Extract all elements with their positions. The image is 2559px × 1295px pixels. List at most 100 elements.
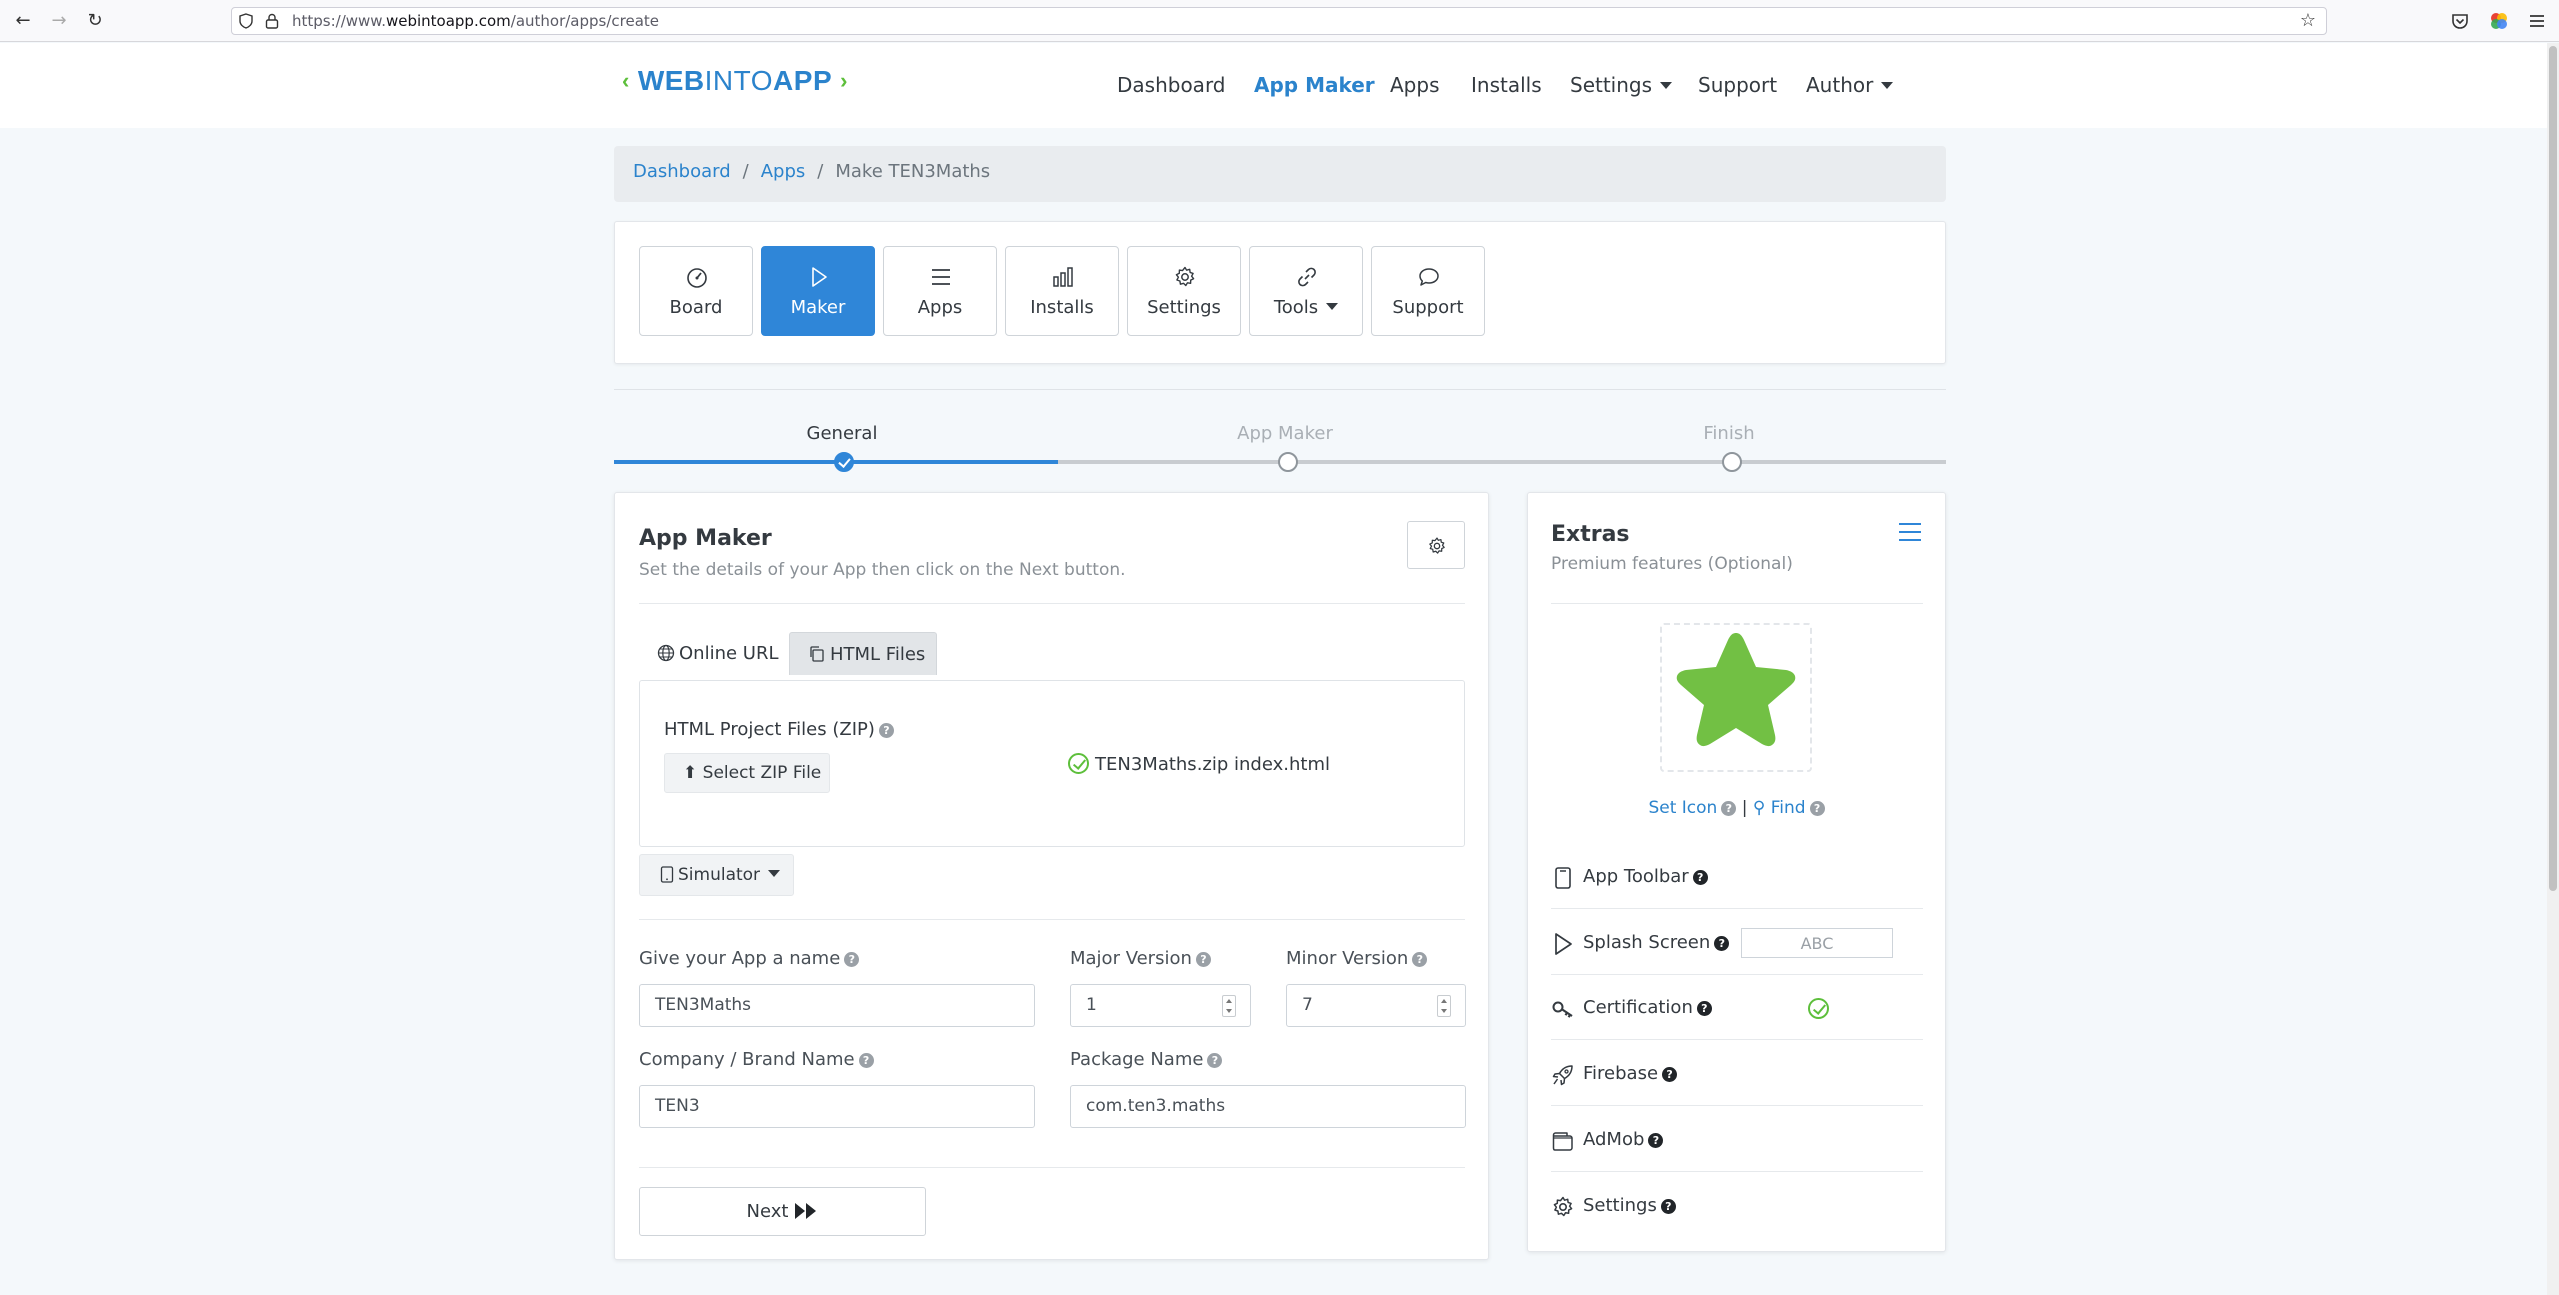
help-icon[interactable]: ? [1809,801,1825,816]
icon-links: Set Icon? | ⚲ Find? [1528,798,1945,818]
menu-icon[interactable] [2526,10,2548,32]
next-button[interactable]: Next [639,1187,926,1236]
step-app-maker-label[interactable]: App Maker [1237,423,1333,444]
simulator-dropdown[interactable]: Simulator [639,854,794,896]
package-name-input[interactable]: com.ten3.maths [1070,1085,1466,1128]
toolbar-support-button[interactable]: Support [1371,246,1485,336]
set-icon-link[interactable]: Set Icon [1648,798,1717,818]
toolbar-tools-button[interactable]: Tools [1249,246,1363,336]
extra-admob[interactable]: AdMob? [1551,1109,1923,1171]
help-icon[interactable]: ? [1721,801,1737,816]
rocket-icon [1552,1065,1573,1086]
key-icon [1552,1001,1573,1018]
html-files-panel: HTML Project Files (ZIP)? ⬆ Select ZIP F… [639,680,1465,847]
divider [1551,1171,1923,1172]
logo[interactable]: ‹ WEBINTOAPP › [614,65,856,97]
app-maker-card: App Maker Set the details of your App th… [614,492,1489,1260]
number-spinner[interactable] [1437,995,1451,1017]
card-title: App Maker [639,526,772,551]
address-bar[interactable]: https://www.webintoapp.com/author/apps/c… [231,7,2327,35]
select-zip-button[interactable]: ⬆ Select ZIP File [664,753,830,793]
back-icon[interactable]: ← [11,9,35,33]
nav-settings[interactable]: Settings [1570,73,1673,97]
company-input[interactable]: TEN3 [639,1085,1035,1128]
pocket-icon[interactable] [2449,10,2471,32]
step-finish-dot[interactable] [1722,452,1742,472]
help-icon[interactable]: ? [1696,1001,1712,1016]
tab-online-url[interactable]: Online URL [657,632,779,675]
card-settings-button[interactable] [1407,521,1465,569]
zip-label: HTML Project Files (ZIP)? [664,719,894,740]
extra-certification[interactable]: Certification? [1551,977,1923,1039]
tab-html-files[interactable]: HTML Files [789,632,937,675]
major-version-input[interactable]: 1 [1070,984,1251,1027]
scrollbar-thumb[interactable] [2549,46,2557,891]
extra-settings[interactable]: Settings? [1551,1175,1923,1237]
link-icon [1298,267,1316,287]
shield-icon[interactable] [238,13,254,29]
hamburger-menu-icon[interactable] [1898,521,1922,543]
fast-forward-icon [795,1203,817,1219]
help-icon[interactable]: ? [1207,1053,1223,1068]
help-icon[interactable]: ? [1660,1199,1676,1214]
toolbar-board-button[interactable]: Board [639,246,753,336]
help-icon[interactable]: ? [1648,1133,1664,1148]
gear-icon [1553,1196,1573,1217]
splash-text-preview[interactable]: ABC [1741,928,1893,958]
gear-icon [1175,266,1195,287]
bookmark-star-icon[interactable]: ☆ [2300,10,2316,31]
nav-author[interactable]: Author [1806,73,1894,97]
page-scrollbar[interactable] [2547,43,2559,1295]
step-general-dot[interactable] [834,452,854,472]
divider [1551,974,1923,975]
help-icon[interactable]: ? [858,1053,874,1068]
toolbar-installs-button[interactable]: Installs [1005,246,1119,336]
help-icon[interactable]: ? [844,952,860,967]
divider [1551,603,1923,604]
help-icon[interactable]: ? [1692,870,1708,885]
play-icon [1555,933,1572,955]
zip-status: TEN3Maths.zip index.html [1068,753,1330,775]
step-app-maker-dot[interactable] [1278,452,1298,472]
breadcrumb-dashboard[interactable]: Dashboard [633,161,731,182]
help-icon[interactable]: ? [878,723,894,738]
toolbar-settings-button[interactable]: Settings [1127,246,1241,336]
step-finish-label[interactable]: Finish [1703,423,1754,444]
reload-icon[interactable]: ↻ [83,9,107,33]
card-subtitle: Set the details of your App then click o… [639,560,1126,580]
find-icon-link[interactable]: ⚲ Find [1753,798,1806,818]
nav-apps[interactable]: Apps [1390,73,1440,97]
help-icon[interactable]: ? [1662,1067,1678,1082]
list-icon [932,269,950,285]
help-icon[interactable]: ? [1714,936,1730,951]
number-spinner[interactable] [1222,995,1236,1017]
minor-version-label: Minor Version? [1286,948,1428,969]
caret-down-icon [1326,303,1339,310]
extra-splash-screen[interactable]: Splash Screen? ABC [1551,912,1923,974]
lock-icon[interactable] [264,12,280,30]
nav-dashboard[interactable]: Dashboard [1117,73,1226,97]
forward-icon[interactable]: → [47,9,71,33]
extra-app-toolbar[interactable]: App Toolbar? [1551,846,1923,908]
url-text: https://www.webintoapp.com/author/apps/c… [292,12,660,30]
breadcrumb-current: Make TEN3Maths [835,161,991,182]
extension-icon[interactable] [2488,10,2510,32]
quick-toolbar: Board Maker Apps Installs Settings Tools… [614,221,1946,364]
breadcrumb-apps[interactable]: Apps [761,161,806,182]
divider [1551,1039,1923,1040]
help-icon[interactable]: ? [1412,952,1428,967]
toolbar-maker-button[interactable]: Maker [761,246,875,336]
app-name-input[interactable]: TEN3Maths [639,984,1035,1027]
nav-support[interactable]: Support [1698,73,1777,97]
nav-installs[interactable]: Installs [1471,73,1542,97]
check-circle-icon [1068,753,1089,774]
step-general-label[interactable]: General [807,423,878,444]
help-icon[interactable]: ? [1195,952,1211,967]
toolbar-apps-button[interactable]: Apps [883,246,997,336]
minor-version-input[interactable]: 7 [1286,984,1466,1027]
nav-app-maker[interactable]: App Maker [1254,73,1375,97]
app-icon-preview[interactable] [1660,623,1812,772]
search-icon: ⚲ [1752,798,1766,818]
extra-firebase[interactable]: Firebase? [1551,1043,1923,1105]
caret-down-icon [1881,82,1894,89]
